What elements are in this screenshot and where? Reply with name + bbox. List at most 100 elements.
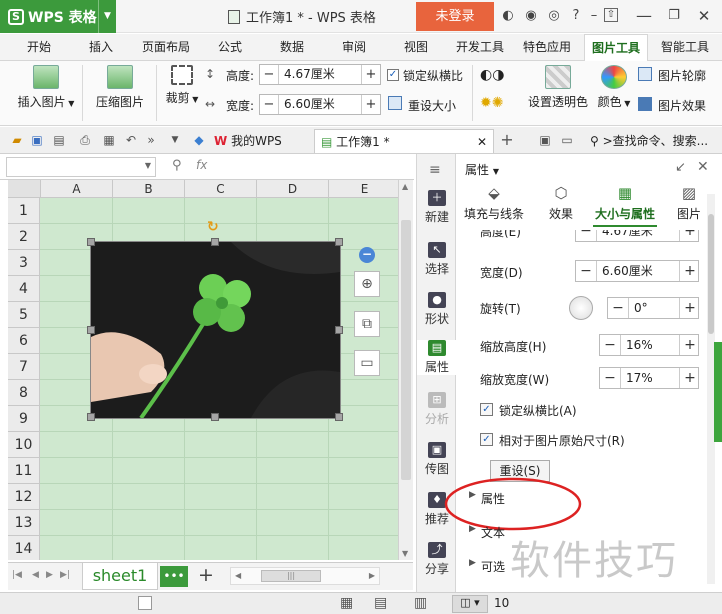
zoom-formula-icon[interactable]: ⚲ <box>172 158 182 173</box>
add-sheet-button[interactable]: + <box>198 564 214 586</box>
document-tab[interactable]: ▤ 工作簿1 * ✕ <box>314 129 494 153</box>
pane-tab-fill-line[interactable]: ⬙ 填充与线条 <box>463 184 525 222</box>
relative-original-checkbox[interactable]: ✓ <box>480 433 493 446</box>
row-header[interactable]: 2 <box>8 224 40 250</box>
prev-sheet-icon[interactable]: ◀ <box>32 570 39 580</box>
row-header[interactable]: 12 <box>8 484 40 510</box>
pane-tab-picture[interactable]: ▨ 图片 <box>671 184 707 222</box>
tab-view[interactable]: 视图 <box>394 34 438 60</box>
section-text[interactable]: 文本 <box>481 524 505 541</box>
decrement-button[interactable]: − <box>608 298 628 318</box>
pane-tab-effect[interactable]: ⬡ 效果 <box>541 184 581 222</box>
chevron-down-icon[interactable]: ▼ <box>145 161 151 170</box>
zoom-level[interactable]: 10 <box>494 596 509 610</box>
row-header[interactable]: 8 <box>8 380 40 406</box>
shrink-pane-icon[interactable]: ↙ <box>675 160 686 175</box>
close-icon[interactable]: ✕ <box>696 8 712 24</box>
rotate-stepper[interactable]: − 0° + <box>607 297 699 319</box>
screen-icon[interactable]: ▣ <box>538 133 552 147</box>
row-header[interactable]: 7 <box>8 354 40 380</box>
chevron-down-icon[interactable]: ▼ <box>98 0 116 33</box>
menu-icon[interactable]: ≡ <box>429 162 441 178</box>
contrast-icon[interactable]: ◐◑ <box>480 67 504 83</box>
feedback-icon[interactable]: ◎ <box>546 8 562 24</box>
brightness-icon[interactable]: ✹✺ <box>480 95 503 111</box>
resize-handle[interactable] <box>335 326 343 334</box>
row-header[interactable]: 9 <box>8 406 40 432</box>
row-header[interactable]: 6 <box>8 328 40 354</box>
increment-button[interactable]: + <box>680 261 700 281</box>
height-stepper[interactable]: − 4.67厘米 + <box>575 230 699 242</box>
strip-upload-image[interactable]: ▣ 传图 <box>417 442 457 477</box>
scroll-thumb[interactable] <box>401 220 411 480</box>
zoom-in-icon[interactable]: ⊕ <box>354 271 380 297</box>
increment-button[interactable]: + <box>680 230 700 241</box>
next-sheet-icon[interactable]: ▶ <box>46 570 53 580</box>
cloud-icon[interactable]: ◐ <box>500 8 516 24</box>
rotate-value[interactable]: 0° <box>628 298 680 318</box>
rotate-handle-icon[interactable]: ↻ <box>207 219 219 235</box>
scale-height-value[interactable]: 16% <box>620 335 680 355</box>
macro-icon[interactable] <box>138 596 152 610</box>
scroll-thumb[interactable]: ||| <box>261 570 321 582</box>
tab-page-layout[interactable]: 页面布局 <box>136 34 196 60</box>
name-box[interactable]: ▼ <box>6 157 156 177</box>
row-header[interactable]: 13 <box>8 510 40 536</box>
pane-title[interactable]: 属性 ▼ <box>465 161 499 178</box>
print-icon[interactable]: ⎙ <box>78 133 92 147</box>
section-optional[interactable]: 可选 <box>481 558 505 575</box>
tab-formula[interactable]: 公式 <box>208 34 252 60</box>
row-header[interactable]: 14 <box>8 536 40 560</box>
scale-width-stepper[interactable]: − 17% + <box>599 367 699 389</box>
insert-picture-button[interactable]: 插入图片 ▼ <box>12 65 80 110</box>
login-button[interactable]: 未登录 <box>416 2 494 31</box>
select-all-corner[interactable] <box>8 180 41 198</box>
resize-handle[interactable] <box>87 413 95 421</box>
lock-ratio-checkbox[interactable]: ✓ <box>387 69 399 81</box>
export-icon[interactable]: ▦ <box>102 133 116 147</box>
horizontal-scrollbar[interactable]: ◀ ||| ▶ <box>230 567 380 585</box>
tab-picture-tools[interactable]: 图片工具 <box>584 34 648 61</box>
resize-handle[interactable] <box>87 326 95 334</box>
height-stepper[interactable]: − 4.67厘米 + <box>259 64 381 85</box>
scroll-thumb[interactable] <box>708 214 714 334</box>
set-transparent-button[interactable]: 设置透明色 <box>524 65 592 110</box>
column-header[interactable]: C <box>185 180 257 198</box>
tab-smart-tools[interactable]: 智能工具 <box>654 34 716 60</box>
rotate-dial[interactable] <box>569 296 593 320</box>
scroll-up-icon[interactable]: ▲ <box>402 182 408 191</box>
collapse-icon[interactable]: − <box>359 247 375 263</box>
pane-tab-size[interactable]: ▦ 大小与属性 <box>593 184 657 227</box>
width-stepper[interactable]: − 6.60厘米 + <box>575 260 699 282</box>
resize-handle[interactable] <box>87 238 95 246</box>
tab-start[interactable]: 开始 <box>14 34 64 60</box>
column-header[interactable]: A <box>41 180 113 198</box>
app-menu-button[interactable]: S WPS 表格 ▼ <box>0 0 116 33</box>
picture-frame-icon[interactable]: ▭ <box>354 350 380 376</box>
scale-height-stepper[interactable]: − 16% + <box>599 334 699 356</box>
row-header[interactable]: 3 <box>8 250 40 276</box>
minimize-icon[interactable]: — <box>636 8 652 24</box>
height-value[interactable]: 4.67厘米 <box>596 230 680 241</box>
decrement-button[interactable]: − <box>600 335 620 355</box>
messages-icon[interactable]: ▭ <box>560 133 574 147</box>
lock-ratio-checkbox[interactable]: ✓ <box>480 403 493 416</box>
column-header[interactable]: E <box>329 180 401 198</box>
resize-handle[interactable] <box>211 238 219 246</box>
increment-button[interactable]: + <box>362 95 380 114</box>
resize-handle[interactable] <box>211 413 219 421</box>
redo-icon[interactable]: » <box>144 133 158 147</box>
close-pane-icon[interactable]: ✕ <box>697 159 709 175</box>
expand-icon[interactable]: ▶ <box>469 558 476 568</box>
vertical-scrollbar[interactable]: ▲ ▼ <box>398 180 413 560</box>
width-value[interactable]: 6.60厘米 <box>596 261 680 281</box>
new-tab-icon[interactable]: + <box>500 132 514 148</box>
save-icon[interactable]: ▣ <box>30 133 44 147</box>
cube-icon[interactable]: ◆ <box>192 133 206 147</box>
resize-handle[interactable] <box>335 413 343 421</box>
first-sheet-icon[interactable]: |◀ <box>12 570 22 580</box>
row-header[interactable]: 10 <box>8 432 40 458</box>
decrement-button[interactable]: − <box>260 95 278 114</box>
my-wps-tab[interactable]: W 我的WPS <box>214 129 310 153</box>
tab-data[interactable]: 数据 <box>270 34 314 60</box>
